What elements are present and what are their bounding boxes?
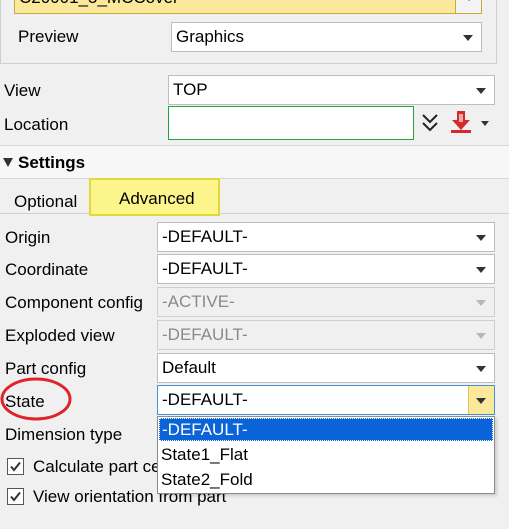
part-config-select[interactable]: Default: [157, 353, 495, 383]
coordinate-select-value: -DEFAULT-: [162, 259, 248, 278]
origin-select-value: -DEFAULT-: [162, 227, 248, 246]
state-option-default-label: -DEFAULT-: [162, 420, 248, 439]
component-config-label: Component config: [5, 293, 143, 312]
state-select[interactable]: -DEFAULT-: [157, 385, 495, 415]
state-select-button[interactable]: [468, 386, 494, 414]
state-option-flat[interactable]: State1_Flat: [159, 443, 493, 467]
exploded-view-select-value: -DEFAULT-: [162, 325, 248, 344]
state-option-fold[interactable]: State2_Fold: [159, 468, 493, 492]
state-dropdown-list: -DEFAULT- State1_Flat State2_Fold: [157, 416, 495, 494]
calculate-part-checkbox[interactable]: [7, 458, 24, 475]
dimension-type-label: Dimension type: [5, 425, 123, 444]
chevron-down-icon: [476, 88, 486, 94]
component-config-select-value: -ACTIVE-: [162, 292, 235, 311]
preview-select[interactable]: Graphics: [171, 22, 482, 52]
tab-content-border: [0, 213, 509, 214]
double-chevron-down-icon[interactable]: [421, 112, 439, 134]
view-orientation-checkbox[interactable]: [7, 488, 24, 505]
chevron-down-icon: [476, 366, 486, 372]
state-option-default[interactable]: -DEFAULT-: [159, 418, 493, 441]
chevron-down-icon: [476, 398, 486, 404]
coordinate-label: Coordinate: [5, 260, 89, 279]
preview-select-value: Graphics: [176, 27, 245, 46]
chevron-down-icon: [463, 35, 473, 41]
part-config-select-value: Default: [162, 358, 216, 377]
component-config-select: -ACTIVE-: [157, 287, 495, 317]
location-input[interactable]: [168, 106, 414, 140]
chevron-down-icon: [476, 267, 486, 273]
annotation-circle: [0, 377, 72, 421]
chevron-down-icon: [476, 333, 486, 339]
chevron-down-icon: [476, 300, 486, 306]
import-arrow-icon[interactable]: [449, 110, 473, 134]
name-field[interactable]: C20001_5_MCCover: [14, 0, 482, 14]
name-field-button[interactable]: [455, 0, 481, 13]
tab-optional[interactable]: Optional: [14, 192, 77, 212]
exploded-view-label: Exploded view: [5, 326, 115, 345]
tab-advanced[interactable]: Advanced: [89, 178, 220, 216]
calculate-part-label: Calculate part ce: [33, 457, 161, 476]
menu-caret-icon[interactable]: [481, 121, 489, 126]
settings-header[interactable]: Settings: [0, 145, 509, 179]
origin-label: Origin: [5, 228, 51, 247]
collapse-triangle-icon: [3, 158, 13, 167]
state-option-fold-label: State2_Fold: [161, 470, 253, 489]
chevron-down-icon: [464, 0, 474, 1]
tab-advanced-label: Advanced: [119, 189, 195, 208]
settings-title: Settings: [18, 153, 86, 172]
preview-label: Preview: [18, 27, 79, 46]
origin-select[interactable]: -DEFAULT-: [157, 222, 495, 252]
location-label: Location: [4, 115, 69, 134]
coordinate-select[interactable]: -DEFAULT-: [157, 254, 495, 284]
exploded-view-select: -DEFAULT-: [157, 320, 495, 350]
chevron-down-icon: [476, 235, 486, 241]
name-field-value: C20001_5_MCCover: [19, 0, 179, 8]
state-option-flat-label: State1_Flat: [161, 445, 248, 464]
checkmark-icon: [10, 491, 21, 502]
checkmark-icon: [10, 461, 21, 472]
view-select[interactable]: TOP: [168, 75, 495, 105]
state-select-value: -DEFAULT-: [162, 390, 248, 409]
view-select-value: TOP: [173, 80, 208, 99]
view-label: View: [4, 81, 41, 100]
